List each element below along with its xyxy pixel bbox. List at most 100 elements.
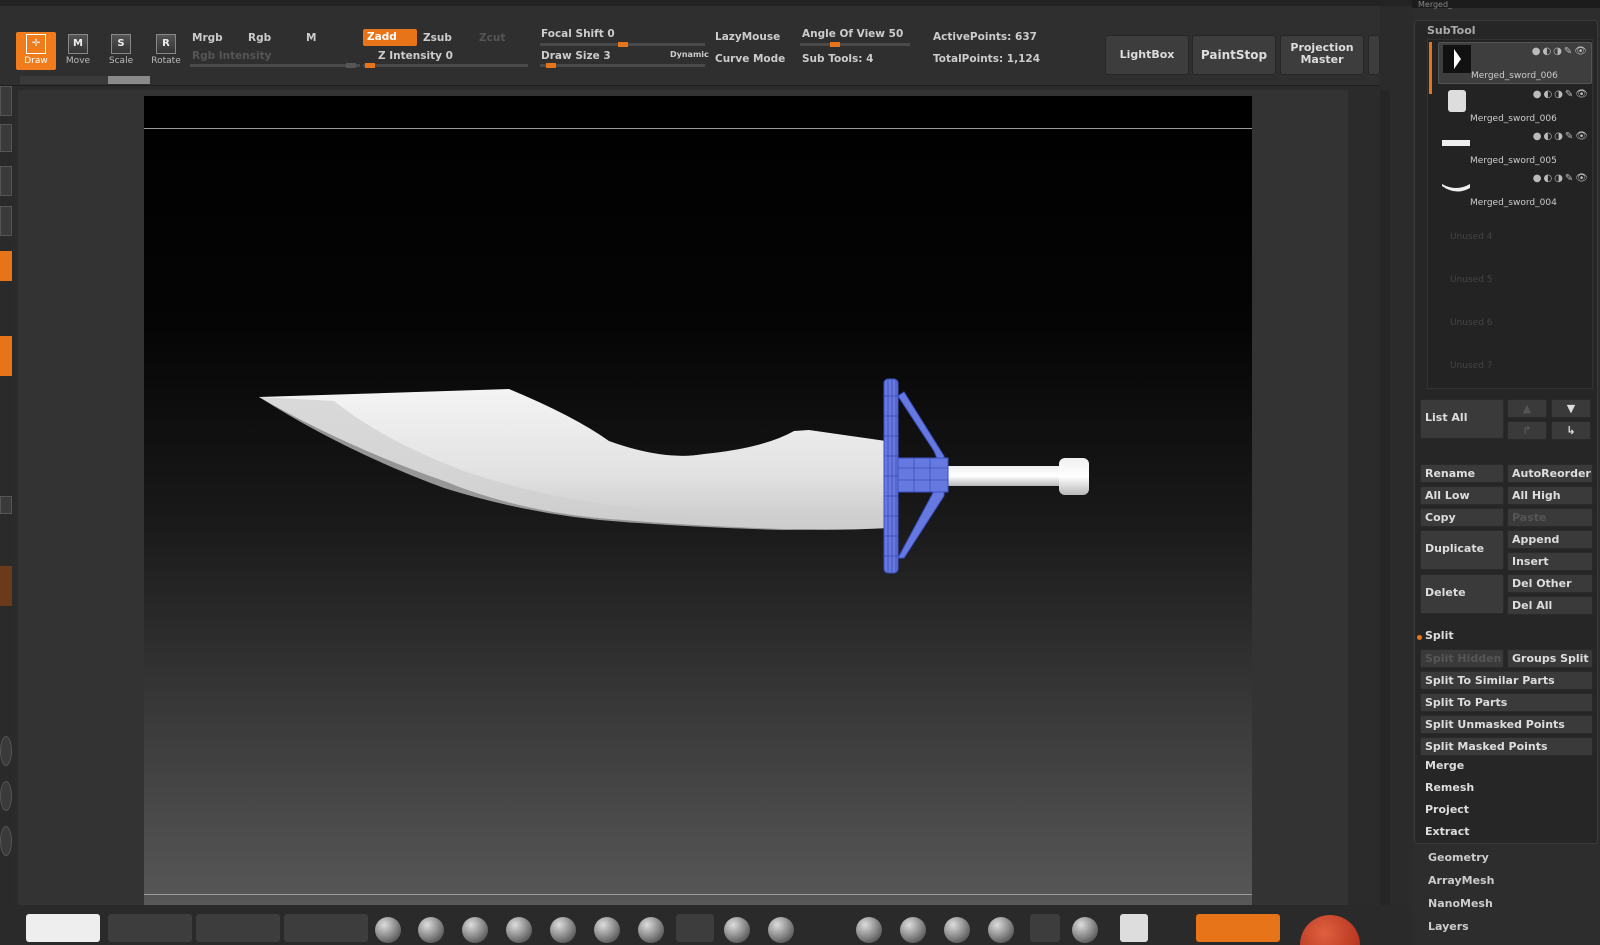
- extract-section[interactable]: Extract: [1425, 825, 1470, 838]
- angle-of-view-slider[interactable]: Angle Of View 50: [802, 28, 903, 40]
- layers-section[interactable]: Layers: [1428, 920, 1469, 933]
- rgb-button[interactable]: Rgb: [248, 32, 271, 44]
- draw-button[interactable]: ✛ Draw: [16, 32, 56, 70]
- del-other-button[interactable]: Del Other: [1507, 574, 1593, 593]
- zsub-button[interactable]: Zsub: [423, 32, 452, 44]
- canvas-scroll-strip[interactable]: [1380, 90, 1390, 905]
- texture-icon[interactable]: [1120, 914, 1148, 942]
- paste-button[interactable]: Paste: [1507, 508, 1593, 527]
- rgb-intensity-track[interactable]: [190, 63, 360, 68]
- all-high-button[interactable]: All High: [1507, 486, 1593, 505]
- move-up-button[interactable]: ▲: [1507, 399, 1547, 418]
- remesh-section[interactable]: Remesh: [1425, 781, 1474, 794]
- subtool-visibility-icons[interactable]: ●◐◑✎👁: [1533, 131, 1590, 142]
- focal-shift-slider[interactable]: Focal Shift 0: [541, 28, 615, 40]
- brush-slot-8[interactable]: [676, 914, 714, 942]
- list-all-button[interactable]: List All: [1420, 399, 1504, 439]
- stroke-icon[interactable]: [1030, 914, 1060, 942]
- rotate-button[interactable]: R Rotate: [146, 32, 186, 70]
- project-section[interactable]: Project: [1425, 803, 1469, 816]
- shelf-material-3[interactable]: [0, 826, 12, 856]
- document-viewport[interactable]: [144, 96, 1252, 926]
- nanomesh-section[interactable]: NanoMesh: [1428, 897, 1493, 910]
- append-button[interactable]: Append: [1507, 530, 1593, 549]
- brush-icon-4[interactable]: [506, 917, 532, 943]
- draw-size-slider[interactable]: Draw Size 3: [541, 50, 611, 62]
- projection-master-button[interactable]: Projection Master: [1280, 35, 1364, 75]
- subtool-visibility-icons[interactable]: ●◐◑✎👁: [1532, 46, 1589, 57]
- delete-button[interactable]: Delete: [1420, 574, 1504, 614]
- alpha-icon[interactable]: [1072, 917, 1098, 943]
- subtool-list[interactable]: ●◐◑✎👁 Merged_sword_006 ●◐◑✎👁 Merged_swor…: [1427, 39, 1593, 389]
- copy-button[interactable]: Copy: [1420, 508, 1504, 527]
- shelf-material-1[interactable]: [0, 736, 12, 766]
- split-to-parts-button[interactable]: Split To Parts: [1420, 693, 1593, 712]
- shelf-item-4[interactable]: [0, 206, 12, 236]
- move-last-button[interactable]: ↳: [1551, 421, 1591, 440]
- split-masked-button[interactable]: Split Masked Points: [1420, 737, 1593, 756]
- shelf-slot-2[interactable]: [196, 914, 280, 942]
- shelf-material-2[interactable]: [0, 781, 12, 811]
- lazymouse-button[interactable]: LazyMouse: [715, 31, 780, 43]
- shelf-stroke-active[interactable]: [0, 336, 12, 376]
- shelf-item-1[interactable]: [0, 86, 12, 116]
- move-button[interactable]: M Move: [58, 32, 98, 70]
- zcut-button[interactable]: Zcut: [479, 32, 505, 44]
- geometry-section[interactable]: Geometry: [1428, 851, 1489, 864]
- toolbar-overflow-button[interactable]: [1368, 35, 1380, 75]
- brush-icon-2[interactable]: [418, 917, 444, 943]
- split-hidden-button[interactable]: Split Hidden: [1420, 649, 1504, 668]
- all-low-button[interactable]: All Low: [1420, 486, 1504, 505]
- brush-icon-13[interactable]: [944, 917, 970, 943]
- brush-icon-9[interactable]: [724, 917, 750, 943]
- split-similar-parts-button[interactable]: Split To Similar Parts: [1420, 671, 1593, 690]
- curve-mode-button[interactable]: Curve Mode: [715, 53, 785, 65]
- sword-model[interactable]: [144, 96, 1252, 926]
- brush-icon-3[interactable]: [462, 917, 488, 943]
- focal-shift-track[interactable]: [540, 42, 705, 47]
- arraymesh-section[interactable]: ArrayMesh: [1428, 874, 1494, 887]
- shelf-color-swatch[interactable]: [0, 566, 12, 606]
- zadd-button[interactable]: Zadd: [363, 29, 417, 46]
- brush-icon-6[interactable]: [594, 917, 620, 943]
- subtool-visibility-icons[interactable]: ●◐◑✎👁: [1533, 173, 1590, 184]
- brush-icon-10[interactable]: [768, 917, 794, 943]
- material-preview[interactable]: [26, 914, 100, 942]
- color-picker-icon[interactable]: [1300, 915, 1360, 945]
- shelf-slot-3[interactable]: [284, 914, 368, 942]
- brush-icon-7[interactable]: [638, 917, 664, 943]
- brush-icon-12[interactable]: [900, 917, 926, 943]
- brush-icon-5[interactable]: [550, 917, 576, 943]
- brush-icon-14[interactable]: [988, 917, 1014, 943]
- move-first-button[interactable]: ↱: [1507, 421, 1547, 440]
- shelf-item-3[interactable]: [0, 166, 12, 196]
- subtool-item-1[interactable]: ●◐◑✎👁 Merged_sword_006: [1438, 42, 1592, 84]
- split-section-header[interactable]: Split: [1425, 629, 1454, 642]
- subtool-item-3[interactable]: ●◐◑✎👁 Merged_sword_005: [1438, 128, 1592, 170]
- active-material-slot[interactable]: [1196, 914, 1280, 942]
- subtool-visibility-icons[interactable]: ●◐◑✎👁: [1533, 89, 1590, 100]
- brush-icon-11[interactable]: [856, 917, 882, 943]
- del-all-button[interactable]: Del All: [1507, 596, 1593, 615]
- scale-button[interactable]: S Scale: [101, 32, 141, 70]
- z-intensity-slider[interactable]: Z Intensity 0: [378, 50, 453, 62]
- m-button[interactable]: M: [306, 32, 316, 44]
- insert-button[interactable]: Insert: [1507, 552, 1593, 571]
- subtool-item-2[interactable]: ●◐◑✎👁 Merged_sword_006: [1438, 86, 1592, 128]
- angle-of-view-track[interactable]: [800, 42, 910, 47]
- shelf-item-5[interactable]: [0, 496, 12, 514]
- shelf-item-2[interactable]: [0, 124, 12, 152]
- groups-split-button[interactable]: Groups Split: [1507, 649, 1593, 668]
- rgb-intensity-slider[interactable]: Rgb Intensity: [192, 50, 271, 62]
- mrgb-button[interactable]: Mrgb: [192, 32, 223, 44]
- shelf-slot-1[interactable]: [108, 914, 192, 942]
- lightbox-button[interactable]: LightBox: [1105, 35, 1189, 75]
- merge-section[interactable]: Merge: [1425, 759, 1464, 772]
- autoreorder-button[interactable]: AutoReorder: [1507, 464, 1593, 483]
- shelf-brush-active[interactable]: [0, 251, 12, 281]
- split-unmasked-button[interactable]: Split Unmasked Points: [1420, 715, 1593, 734]
- brush-icon-1[interactable]: [375, 917, 401, 943]
- subtool-title[interactable]: SubTool: [1427, 24, 1476, 37]
- paintstop-button[interactable]: PaintStop: [1192, 35, 1276, 75]
- duplicate-button[interactable]: Duplicate: [1420, 530, 1504, 570]
